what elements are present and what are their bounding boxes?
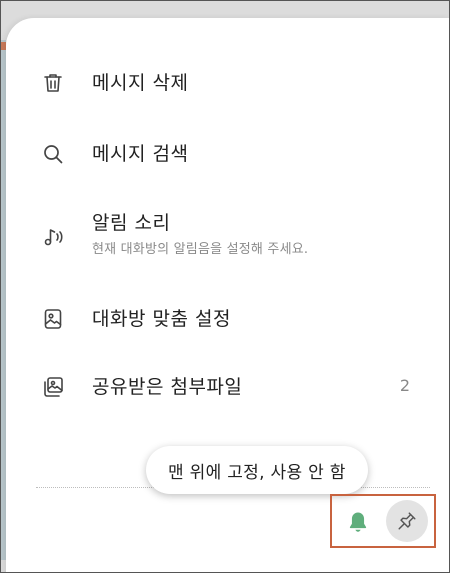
screen: 메시지 삭제 메시지 검색 알림 소리 현재 대화방의 알림음을 설정해 주세요 <box>0 0 450 573</box>
attachment-count: 2 <box>399 376 410 395</box>
menu-item-search-messages[interactable]: 메시지 검색 <box>40 141 430 167</box>
pin-icon <box>396 510 418 532</box>
menu-item-label: 메시지 검색 <box>92 143 189 165</box>
tooltip-text: 맨 위에 고정, 사용 안 함 <box>168 462 346 483</box>
trash-icon <box>40 70 66 96</box>
tooltip: 맨 위에 고정, 사용 안 함 <box>146 446 368 494</box>
menu-item-label: 메시지 삭제 <box>92 72 189 94</box>
bell-icon <box>345 509 371 535</box>
notification-bell-button[interactable] <box>340 504 376 540</box>
menu-item-label: 알림 소리 <box>92 212 171 234</box>
menu-item-shared-attachments[interactable]: 공유받은 첨부파일 2 <box>40 374 430 400</box>
menu-item-notification-sound[interactable]: 알림 소리 현재 대화방의 알림음을 설정해 주세요. <box>40 210 430 257</box>
menu-item-chatroom-settings[interactable]: 대화방 맞춤 설정 <box>40 306 430 332</box>
divider-mask <box>28 410 316 426</box>
image-frame-icon <box>40 306 66 332</box>
pin-button[interactable] <box>386 500 428 542</box>
menu-item-delete-messages[interactable]: 메시지 삭제 <box>40 70 430 96</box>
search-icon <box>40 141 66 167</box>
menu-item-label: 대화방 맞춤 설정 <box>92 308 231 330</box>
menu-item-label: 공유받은 첨부파일 <box>92 376 243 398</box>
music-note-icon <box>40 224 66 250</box>
gallery-icon <box>40 374 66 400</box>
menu-item-description: 현재 대화방의 알림음을 설정해 주세요. <box>92 242 309 257</box>
